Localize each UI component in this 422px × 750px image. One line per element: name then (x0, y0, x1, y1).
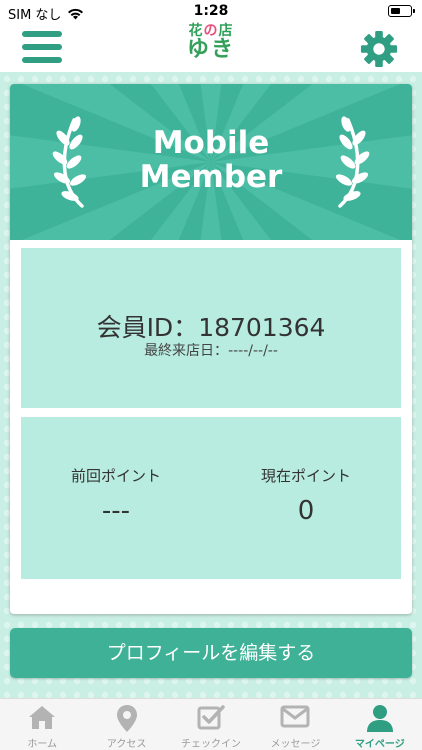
tab-home[interactable]: ホーム (0, 699, 84, 750)
user-icon (366, 705, 393, 732)
checkin-icon (197, 705, 225, 730)
home-icon (29, 706, 56, 729)
logo-bottom: ゆき (186, 37, 235, 62)
points-panel: 前回ポイント --- 現在ポイント 0 (21, 417, 401, 579)
member-id-value: 18701364 (198, 313, 326, 342)
status-bar: SIM なし 1:28 (0, 0, 422, 23)
current-points-label: 現在ポイント (260, 467, 351, 485)
member-banner: Mobile Member (10, 84, 412, 240)
member-card: Mobile Member 会員ID：18701364 最終来店日：----/-… (10, 84, 412, 614)
tab-mypage[interactable]: マイページ (338, 699, 422, 750)
tab-bar: ホーム アクセス チェックイン メッセージ マイページ (0, 698, 422, 750)
shop-logo: 花の店 ゆき (0, 24, 422, 61)
tab-access-label: アクセス (106, 739, 147, 750)
tab-checkin-label: チェックイン (181, 739, 242, 750)
mail-icon (280, 705, 310, 728)
last-visit-value: ----/--/-- (228, 343, 278, 359)
main-content: Mobile Member 会員ID：18701364 最終来店日：----/-… (0, 72, 422, 698)
previous-points: 前回ポイント --- (21, 465, 211, 526)
tab-access[interactable]: アクセス (84, 699, 168, 750)
status-time: 1:28 (193, 3, 229, 19)
current-points: 現在ポイント 0 (211, 465, 401, 526)
battery-icon (388, 5, 415, 17)
gear-icon[interactable] (360, 30, 398, 68)
last-visit: 最終来店日：----/--/-- (144, 343, 278, 359)
edit-profile-button[interactable]: プロフィールを編集する (10, 628, 412, 678)
tab-home-label: ホーム (27, 739, 58, 750)
member-id: 会員ID：18701364 (96, 313, 326, 342)
previous-points-value: --- (101, 496, 131, 526)
tab-message[interactable]: メッセージ (253, 699, 337, 750)
tab-message-label: メッセージ (270, 739, 321, 750)
logo-top: 花の店 (188, 23, 234, 39)
laurel-right-icon (335, 116, 370, 208)
current-points-value: 0 (297, 496, 315, 526)
map-pin-icon (116, 705, 137, 732)
previous-points-label: 前回ポイント (70, 467, 161, 485)
member-info-panel: 会員ID：18701364 最終来店日：----/--/-- (21, 248, 401, 408)
app-header: 花の店 ゆき (0, 22, 422, 72)
tab-checkin[interactable]: チェックイン (169, 699, 253, 750)
tab-mypage-label: マイページ (354, 739, 405, 750)
